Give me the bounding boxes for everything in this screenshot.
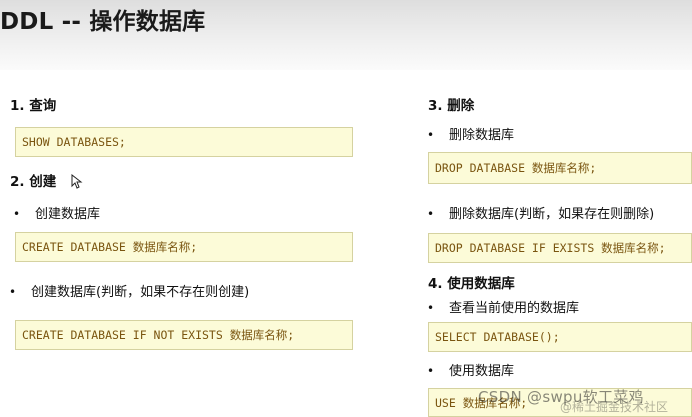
bullet-drop-db: • 删除数据库 bbox=[427, 124, 514, 143]
code-drop-database: DROP DATABASE 数据库名称; bbox=[428, 152, 692, 184]
code-select-database: SELECT DATABASE(); bbox=[428, 322, 692, 352]
bullet-select-database-label: 查看当前使用的数据库 bbox=[449, 301, 580, 316]
bullet-dot: • bbox=[13, 207, 21, 221]
code-create-database: CREATE DATABASE 数据库名称; bbox=[15, 232, 353, 262]
bullet-drop-db-if-exists: • 删除数据库(判断，如果存在则删除) bbox=[427, 203, 654, 222]
heading-delete: 3. 删除 bbox=[428, 98, 475, 114]
move-cursor-icon bbox=[71, 174, 83, 189]
bullet-dot: • bbox=[427, 301, 435, 315]
bullet-dot: • bbox=[427, 207, 435, 221]
slide: DDL -- 操作数据库 1. 查询 SHOW DATABASES; 2. 创建… bbox=[0, 0, 692, 417]
heading-use: 4. 使用数据库 bbox=[428, 276, 515, 292]
watermark-sub: @稀土掘金技术社区 bbox=[560, 400, 669, 414]
bullet-create-db-label: 创建数据库 bbox=[35, 207, 101, 222]
bullet-dot: • bbox=[9, 285, 17, 299]
bullet-create-db-if-not-exists-label: 创建数据库(判断，如果不存在则创建) bbox=[31, 285, 250, 300]
code-drop-database-if-exists: DROP DATABASE IF EXISTS 数据库名称; bbox=[428, 233, 692, 263]
bullet-drop-db-label: 删除数据库 bbox=[449, 128, 515, 143]
bullet-select-database: • 查看当前使用的数据库 bbox=[427, 297, 579, 316]
heading-create: 2. 创建 bbox=[10, 174, 57, 190]
bullet-drop-db-if-exists-label: 删除数据库(判断，如果存在则删除) bbox=[449, 207, 655, 222]
code-show-databases: SHOW DATABASES; bbox=[15, 127, 353, 157]
bullet-create-db-if-not-exists: • 创建数据库(判断，如果不存在则创建) bbox=[9, 281, 249, 300]
slide-title: DDL -- 操作数据库 bbox=[0, 9, 206, 35]
bullet-create-db: • 创建数据库 bbox=[13, 203, 100, 222]
bullet-dot: • bbox=[427, 128, 435, 142]
bullet-dot: • bbox=[427, 364, 435, 378]
bullet-use-database-label: 使用数据库 bbox=[449, 364, 515, 379]
heading-query: 1. 查询 bbox=[10, 98, 57, 114]
bullet-use-database: • 使用数据库 bbox=[427, 360, 514, 379]
code-create-database-if-not-exists: CREATE DATABASE IF NOT EXISTS 数据库名称; bbox=[15, 320, 353, 350]
